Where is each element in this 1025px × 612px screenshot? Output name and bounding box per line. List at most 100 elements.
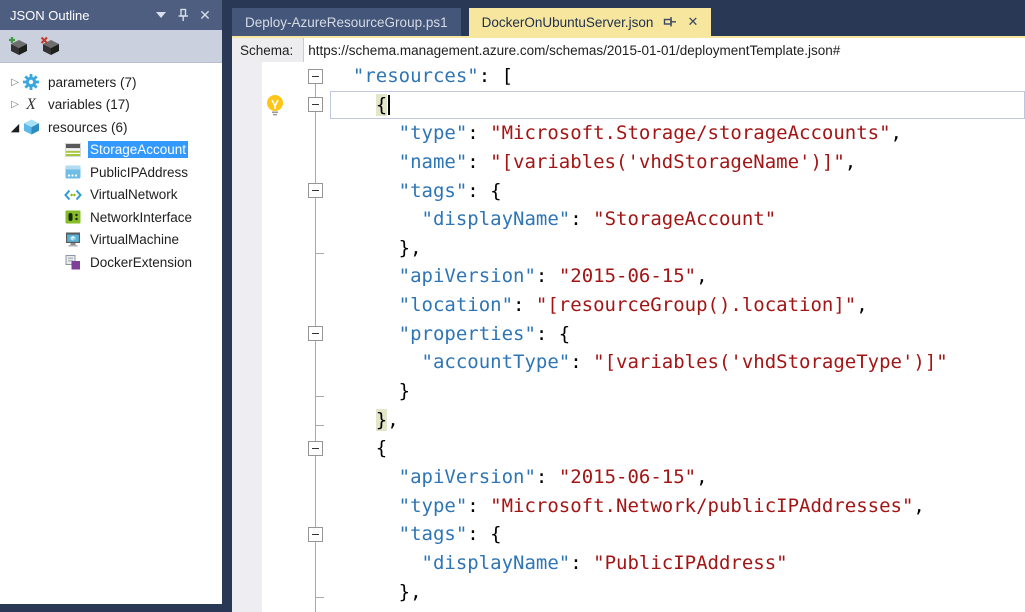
close-icon[interactable]: ✕: [687, 14, 698, 30]
sidebar-item-virtualmachine[interactable]: VirtualMachine: [0, 229, 222, 252]
sidebar-item-parameters-7-[interactable]: ▷ parameters (7): [0, 71, 222, 94]
docker-extension-icon: [64, 254, 82, 270]
code-line-17[interactable]: "tags": {: [232, 520, 1025, 549]
code-text[interactable]: "type": "Microsoft.Storage/storageAccoun…: [330, 119, 1025, 148]
window-menu-icon[interactable]: [150, 5, 172, 25]
sidebar-item-dockerextension[interactable]: DockerExtension: [0, 251, 222, 274]
json-key: "tags": [399, 180, 468, 202]
code-text[interactable]: "type": "Microsoft.Network/publicIPAddre…: [330, 492, 1025, 521]
bulb-margin: [262, 205, 302, 234]
collapse-region-icon[interactable]: [308, 183, 323, 198]
code-line-11[interactable]: "accountType": "[variables('vhdStorageTy…: [232, 348, 1025, 377]
add-resource-icon[interactable]: [7, 34, 31, 58]
code-text[interactable]: }: [330, 377, 1025, 406]
schema-url-combobox[interactable]: https://schema.management.azure.com/sche…: [303, 38, 1025, 62]
code-text[interactable]: {: [330, 434, 1025, 463]
pin-icon[interactable]: [663, 15, 677, 29]
json-outline-titlebar[interactable]: JSON Outline ✕: [0, 0, 222, 30]
sidebar-item-resources-6-[interactable]: ◢ resources (6): [0, 116, 222, 139]
outlining-margin: [302, 549, 330, 578]
code-text[interactable]: "properties": {: [330, 320, 1025, 349]
sidebar-item-variables-17-[interactable]: ▷Xvariables (17): [0, 94, 222, 117]
json-string: "[variables('vhdStorageType')]": [593, 351, 948, 373]
tree-item-label: DockerExtension: [88, 254, 194, 271]
code-line-16[interactable]: "type": "Microsoft.Network/publicIPAddre…: [232, 492, 1025, 521]
code-text[interactable]: {: [330, 91, 1025, 120]
collapse-arrow-icon[interactable]: ◢: [8, 121, 22, 134]
outlining-margin: [302, 262, 330, 291]
bulb-margin: [262, 549, 302, 578]
code-line-12[interactable]: }: [232, 377, 1025, 406]
public-ip-icon: [64, 164, 82, 180]
sidebar-item-virtualnetwork[interactable]: VirtualNetwork: [0, 184, 222, 207]
json-punctuation: ,: [387, 409, 398, 431]
sidebar-item-networkinterface[interactable]: NetworkInterface: [0, 206, 222, 229]
code-text[interactable]: "tags": {: [330, 520, 1025, 549]
delete-resource-icon[interactable]: [39, 34, 63, 58]
glyph-margin: [232, 406, 262, 435]
matched-brace: {: [376, 94, 387, 116]
glyph-margin: [232, 434, 262, 463]
json-key: "properties": [399, 323, 536, 345]
code-text[interactable]: },: [330, 406, 1025, 435]
code-text[interactable]: "apiVersion": "2015-06-15",: [330, 463, 1025, 492]
code-editor[interactable]: "resources": [ { "type": "Microsoft.Stor…: [232, 62, 1025, 612]
code-line-9[interactable]: "location": "[resourceGroup().location]"…: [232, 291, 1025, 320]
code-text[interactable]: "name": "[variables('vhdStorageName')]",: [330, 148, 1025, 177]
code-line-5[interactable]: "tags": {: [232, 177, 1025, 206]
json-punctuation: {: [330, 437, 387, 459]
code-line-14[interactable]: {: [232, 434, 1025, 463]
tab-deploy-azureresourcegroup-ps1[interactable]: Deploy-AzureResourceGroup.ps1: [232, 8, 461, 36]
bulb-margin: [262, 434, 302, 463]
code-text[interactable]: },: [330, 578, 1025, 607]
collapse-region-icon[interactable]: [308, 441, 323, 456]
json-string: "Microsoft.Network/publicIPAddresses": [490, 495, 913, 517]
code-line-13[interactable]: },: [232, 406, 1025, 435]
close-icon[interactable]: ✕: [194, 5, 216, 25]
pin-icon[interactable]: [172, 5, 194, 25]
tree-item-label: StorageAccount: [88, 141, 188, 158]
code-line-15[interactable]: "apiVersion": "2015-06-15",: [232, 463, 1025, 492]
code-line-6[interactable]: "displayName": "StorageAccount": [232, 205, 1025, 234]
code-text[interactable]: "tags": {: [330, 177, 1025, 206]
virtual-machine-icon: [64, 232, 82, 248]
region-end-stub: [315, 253, 324, 254]
glyph-margin: [232, 520, 262, 549]
expand-arrow-icon[interactable]: ▷: [8, 77, 22, 88]
json-punctuation: [330, 495, 399, 517]
code-line-7[interactable]: },: [232, 234, 1025, 263]
json-punctuation: : {: [536, 323, 570, 345]
collapse-region-icon[interactable]: [308, 326, 323, 341]
tree-item-label: PublicIPAddress: [88, 164, 190, 181]
code-line-20[interactable]: [232, 606, 1025, 612]
code-line-19[interactable]: },: [232, 578, 1025, 607]
code-line-3[interactable]: "type": "Microsoft.Storage/storageAccoun…: [232, 119, 1025, 148]
code-line-2[interactable]: {: [232, 91, 1025, 120]
code-text[interactable]: "accountType": "[variables('vhdStorageTy…: [330, 348, 1025, 377]
code-line-1[interactable]: "resources": [: [232, 62, 1025, 91]
sidebar-item-publicipaddress[interactable]: PublicIPAddress: [0, 161, 222, 184]
code-text[interactable]: "location": "[resourceGroup().location]"…: [330, 291, 1025, 320]
json-key: "name": [399, 151, 468, 173]
code-text[interactable]: "displayName": "PublicIPAddress": [330, 549, 1025, 578]
code-line-10[interactable]: "properties": {: [232, 320, 1025, 349]
expand-arrow-icon[interactable]: ▷: [8, 99, 22, 110]
code-line-8[interactable]: "apiVersion": "2015-06-15",: [232, 262, 1025, 291]
code-text[interactable]: },: [330, 234, 1025, 263]
code-text[interactable]: "resources": [: [330, 62, 1025, 91]
code-line-18[interactable]: "displayName": "PublicIPAddress": [232, 549, 1025, 578]
sidebar-item-storageaccount[interactable]: StorageAccount: [0, 139, 222, 162]
lightbulb-icon[interactable]: [264, 94, 286, 123]
code-text[interactable]: "displayName": "StorageAccount": [330, 205, 1025, 234]
collapse-region-icon[interactable]: [308, 527, 323, 542]
collapse-region-icon[interactable]: [308, 97, 323, 112]
code-text[interactable]: "apiVersion": "2015-06-15",: [330, 262, 1025, 291]
json-punctuation: : {: [467, 523, 501, 545]
tab-dockeronubuntuserver-json[interactable]: DockerOnUbuntuServer.json ✕: [469, 8, 712, 36]
glyph-margin: [232, 148, 262, 177]
collapse-region-icon[interactable]: [308, 69, 323, 84]
json-string: "StorageAccount": [593, 208, 776, 230]
code-text[interactable]: [330, 606, 1025, 612]
outlining-margin: [302, 205, 330, 234]
code-line-4[interactable]: "name": "[variables('vhdStorageName')]",: [232, 148, 1025, 177]
